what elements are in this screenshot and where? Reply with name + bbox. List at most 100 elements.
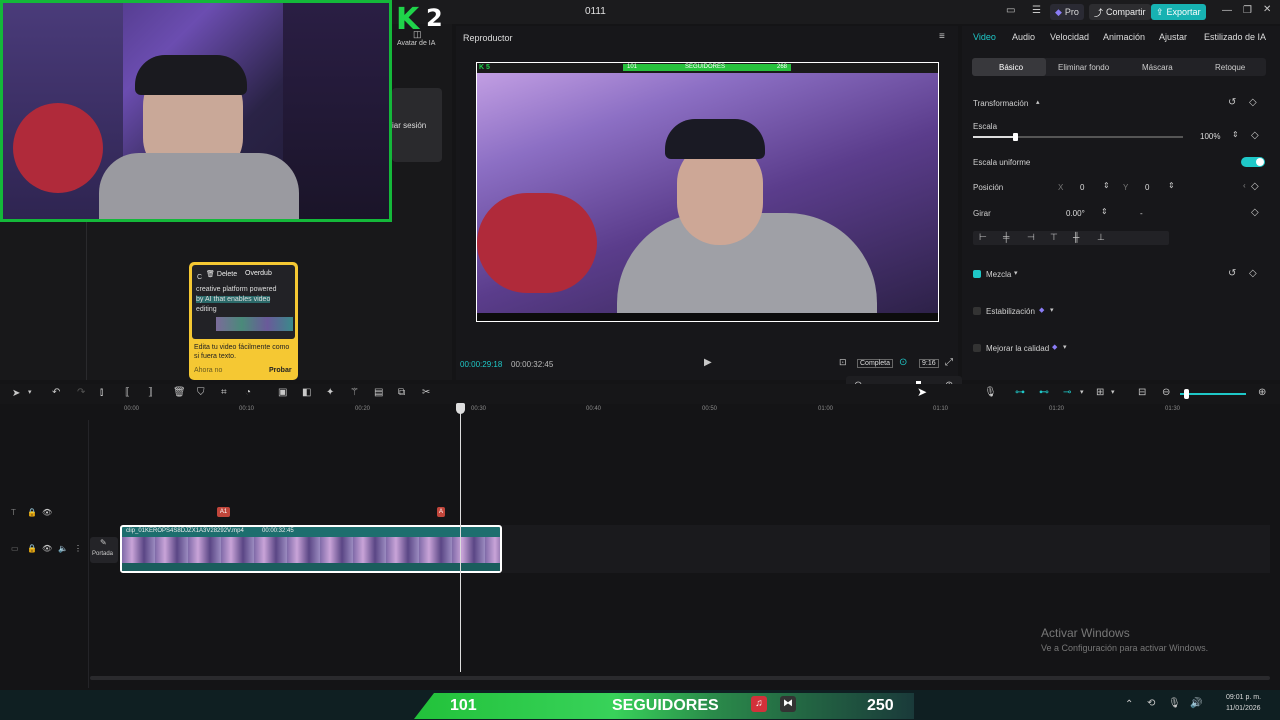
ai-avatar-label[interactable]: Avatar de IA [397,40,435,47]
keyframe-icon[interactable]: ◇ [1251,208,1259,218]
music-app-icon[interactable]: ♫ [751,696,767,712]
align-center-h-icon[interactable]: ╪ [1003,233,1009,242]
stepper-icon[interactable]: ⇕ [1168,182,1175,190]
chevron-down-icon[interactable]: ▾ [1063,344,1067,351]
more-icon[interactable]: ⋮ [74,545,82,553]
playhead-handle[interactable] [456,403,465,414]
preview-axis-icon[interactable]: ⊞ [1096,388,1104,398]
align-top-icon[interactable]: ⊤ [1050,233,1058,242]
tab-audio[interactable]: Audio [1012,32,1035,42]
later-button[interactable]: Ahora no [194,367,222,374]
align-bottom-icon[interactable]: ⊥ [1097,233,1105,242]
list-icon[interactable]: ☰ [1032,6,1041,16]
tab-video[interactable]: Video [973,32,996,42]
cover-button[interactable]: ✎ Portada [90,537,118,563]
clock-time[interactable]: 09:01 p. m. [1226,694,1261,701]
crop-icon[interactable]: ⌗ [221,388,227,398]
keyframe-icon[interactable]: ◇ [1249,269,1257,279]
close-icon[interactable]: ✕ [1263,5,1271,15]
speaker-icon[interactable]: 🔈 [58,545,68,553]
captions-icon[interactable]: ▣ [278,388,287,398]
blend-label[interactable]: Mezcla [986,270,1011,279]
zoom-fit-icon[interactable]: ⊙ [899,358,907,368]
align-right-icon[interactable]: ⊣ [1027,233,1035,242]
chevron-up-icon[interactable]: ⌃ [1125,700,1133,710]
rotate-dash[interactable]: - [1140,209,1143,218]
subtitle-icon[interactable]: ▤ [374,388,383,398]
enhance-checkbox[interactable] [973,344,981,352]
link-icon[interactable]: ⊶ [1015,388,1025,398]
reset-icon[interactable]: ↺ [1228,269,1236,279]
timeline-zoom-knob[interactable] [1184,389,1189,399]
subtab-remove-bg[interactable]: Eliminar fondo [1058,63,1109,72]
capcut-app-icon[interactable]: ⧓ [780,696,796,712]
select-cursor-icon[interactable]: ➤ [12,389,20,399]
scale-knob[interactable] [1013,133,1018,141]
scale-value[interactable]: 100% [1200,132,1220,141]
reset-icon[interactable]: ↺ [1228,98,1236,108]
timeline-zoom-in-icon[interactable]: ⊕ [1258,388,1266,398]
enhance-label[interactable]: Mejorar la calidad [986,344,1049,353]
stepper-icon[interactable]: ⇕ [1232,131,1239,139]
rotate-input[interactable]: 0.00° [1066,209,1085,218]
delete-icon[interactable]: 🗑 [173,388,186,398]
ratio-button[interactable]: 9:16 [919,359,939,368]
eye-icon[interactable]: 👁 [42,509,52,517]
eye-icon[interactable]: 👁 [42,545,52,553]
align-left-icon[interactable]: ⊢ [979,233,987,242]
snap-icon[interactable]: ⊸ [1063,388,1071,398]
undo-icon[interactable]: ↶ [52,388,60,398]
transform-label[interactable]: Transformación [973,99,1028,108]
keyframe-icon[interactable]: ◇ [1249,98,1257,108]
split-right-icon[interactable]: ⟧ [148,388,153,398]
fit-icon[interactable]: ⊡ [839,358,847,367]
marker-a1[interactable]: A1 [217,507,230,517]
chevron-down-icon[interactable]: ▾ [1111,389,1115,396]
share-button[interactable]: ⤴ Compartir [1089,4,1151,20]
lock-icon[interactable]: 🔒 [27,509,37,517]
video-preview[interactable]: K 5 101 SEGUIDORES 268 [476,62,939,322]
microphone-icon[interactable]: 🎙 [984,388,997,398]
video-clip[interactable]: clip_01KEROPS4S8DJZX1A3V28292V.mp4 00:00… [120,525,502,573]
stepper-icon[interactable]: ⇕ [1103,182,1110,190]
speed-icon[interactable]: ◔ [245,388,251,398]
tab-ai-style[interactable]: Estilizado de IA [1204,32,1266,42]
stabilize-label[interactable]: Estabilización [986,307,1035,316]
mirror-icon[interactable]: ◧ [302,388,311,398]
image-edit-icon[interactable]: ⧉ [398,388,405,398]
fullscreen-icon[interactable]: ⤢ [945,358,953,368]
pos-x-input[interactable]: 0 [1080,183,1084,192]
maximize-icon[interactable]: ❐ [1243,6,1252,16]
chevron-down-icon[interactable]: ▾ [1014,270,1018,277]
tab-animation[interactable]: Animación [1103,32,1145,42]
chevron-down-icon[interactable]: ▾ [1080,389,1084,396]
timeline-zoom-out-icon[interactable]: ⊖ [1162,388,1170,398]
tab-speed[interactable]: Velocidad [1050,32,1089,42]
chevron-down-icon[interactable]: ▾ [28,389,32,396]
redo-icon[interactable]: ↷ [77,388,85,398]
ai-effect-icon[interactable]: ✦ [326,388,334,398]
try-button[interactable]: Probar [269,367,292,374]
playhead[interactable] [460,404,461,672]
lock-icon[interactable]: 🔒 [27,545,37,553]
time-ruler[interactable] [0,404,1280,420]
timeline-zoom-slider[interactable] [1180,393,1246,395]
scale-slider[interactable] [973,133,1183,141]
clock-date[interactable]: 11/01/2026 [1226,705,1261,712]
minimize-icon[interactable]: — [1222,6,1232,16]
marker-a[interactable]: A [437,507,445,517]
quality-dropdown[interactable]: Completa [857,359,893,368]
export-button[interactable]: ⇪ Exportar [1151,4,1206,20]
network-icon[interactable]: ⟲ [1147,699,1155,709]
subtab-basic[interactable]: Básico [999,63,1023,72]
menu-icon[interactable]: ≡ [939,32,945,42]
pos-y-input[interactable]: 0 [1145,183,1149,192]
chevron-up-icon[interactable]: ▴ [1036,99,1040,106]
subtab-retouch[interactable]: Retoque [1215,63,1245,72]
timeline-scrollbar[interactable] [90,676,1270,680]
stepper-icon[interactable]: ⇕ [1101,208,1108,216]
tab-adjust[interactable]: Ajustar [1159,32,1187,42]
split-icon[interactable]: ⫾ [100,388,103,398]
layout-icon[interactable]: ▭ [1006,6,1015,16]
play-icon[interactable]: ▶ [704,358,712,368]
